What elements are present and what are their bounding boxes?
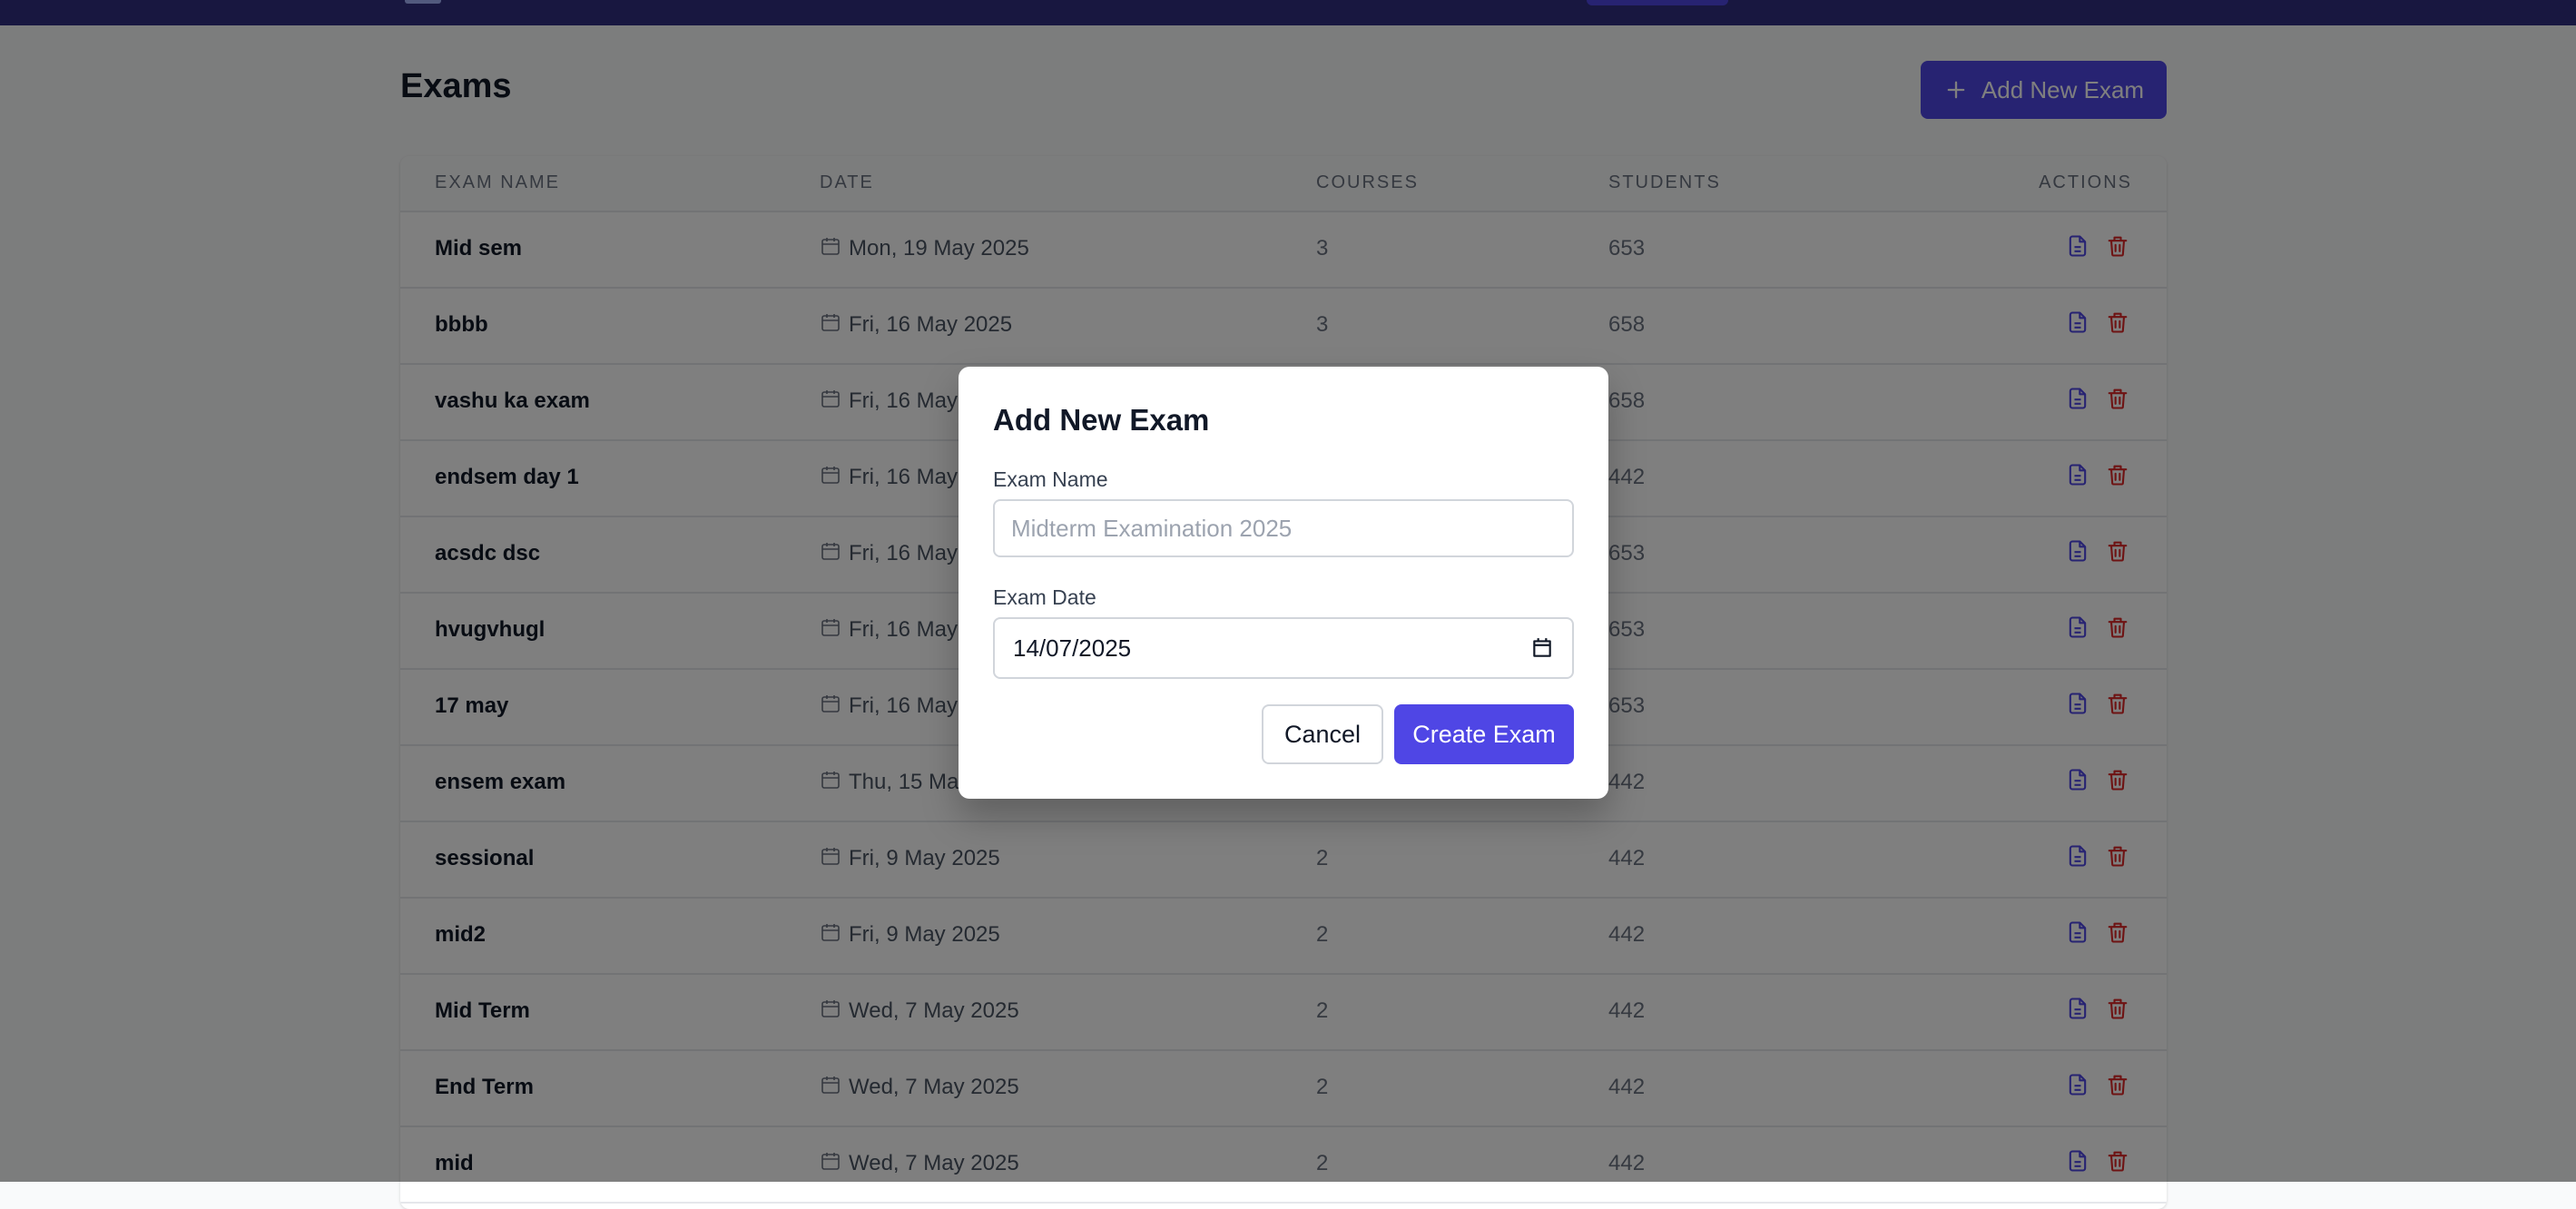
calendar-picker-icon[interactable]: [1530, 636, 1554, 660]
create-exam-button[interactable]: Create Exam: [1394, 704, 1574, 764]
exam-name-label: Exam Name: [993, 467, 1108, 491]
add-exam-modal: Add New Exam Exam Name Exam Date 14/07/2…: [959, 367, 1608, 799]
modal-title: Add New Exam: [993, 403, 1210, 437]
exam-date-label: Exam Date: [993, 585, 1096, 609]
exam-name-input[interactable]: [993, 499, 1574, 557]
exam-date-value: 14/07/2025: [1013, 634, 1132, 662]
exam-date-input[interactable]: 14/07/2025: [993, 617, 1574, 679]
cancel-button[interactable]: Cancel: [1262, 704, 1383, 764]
